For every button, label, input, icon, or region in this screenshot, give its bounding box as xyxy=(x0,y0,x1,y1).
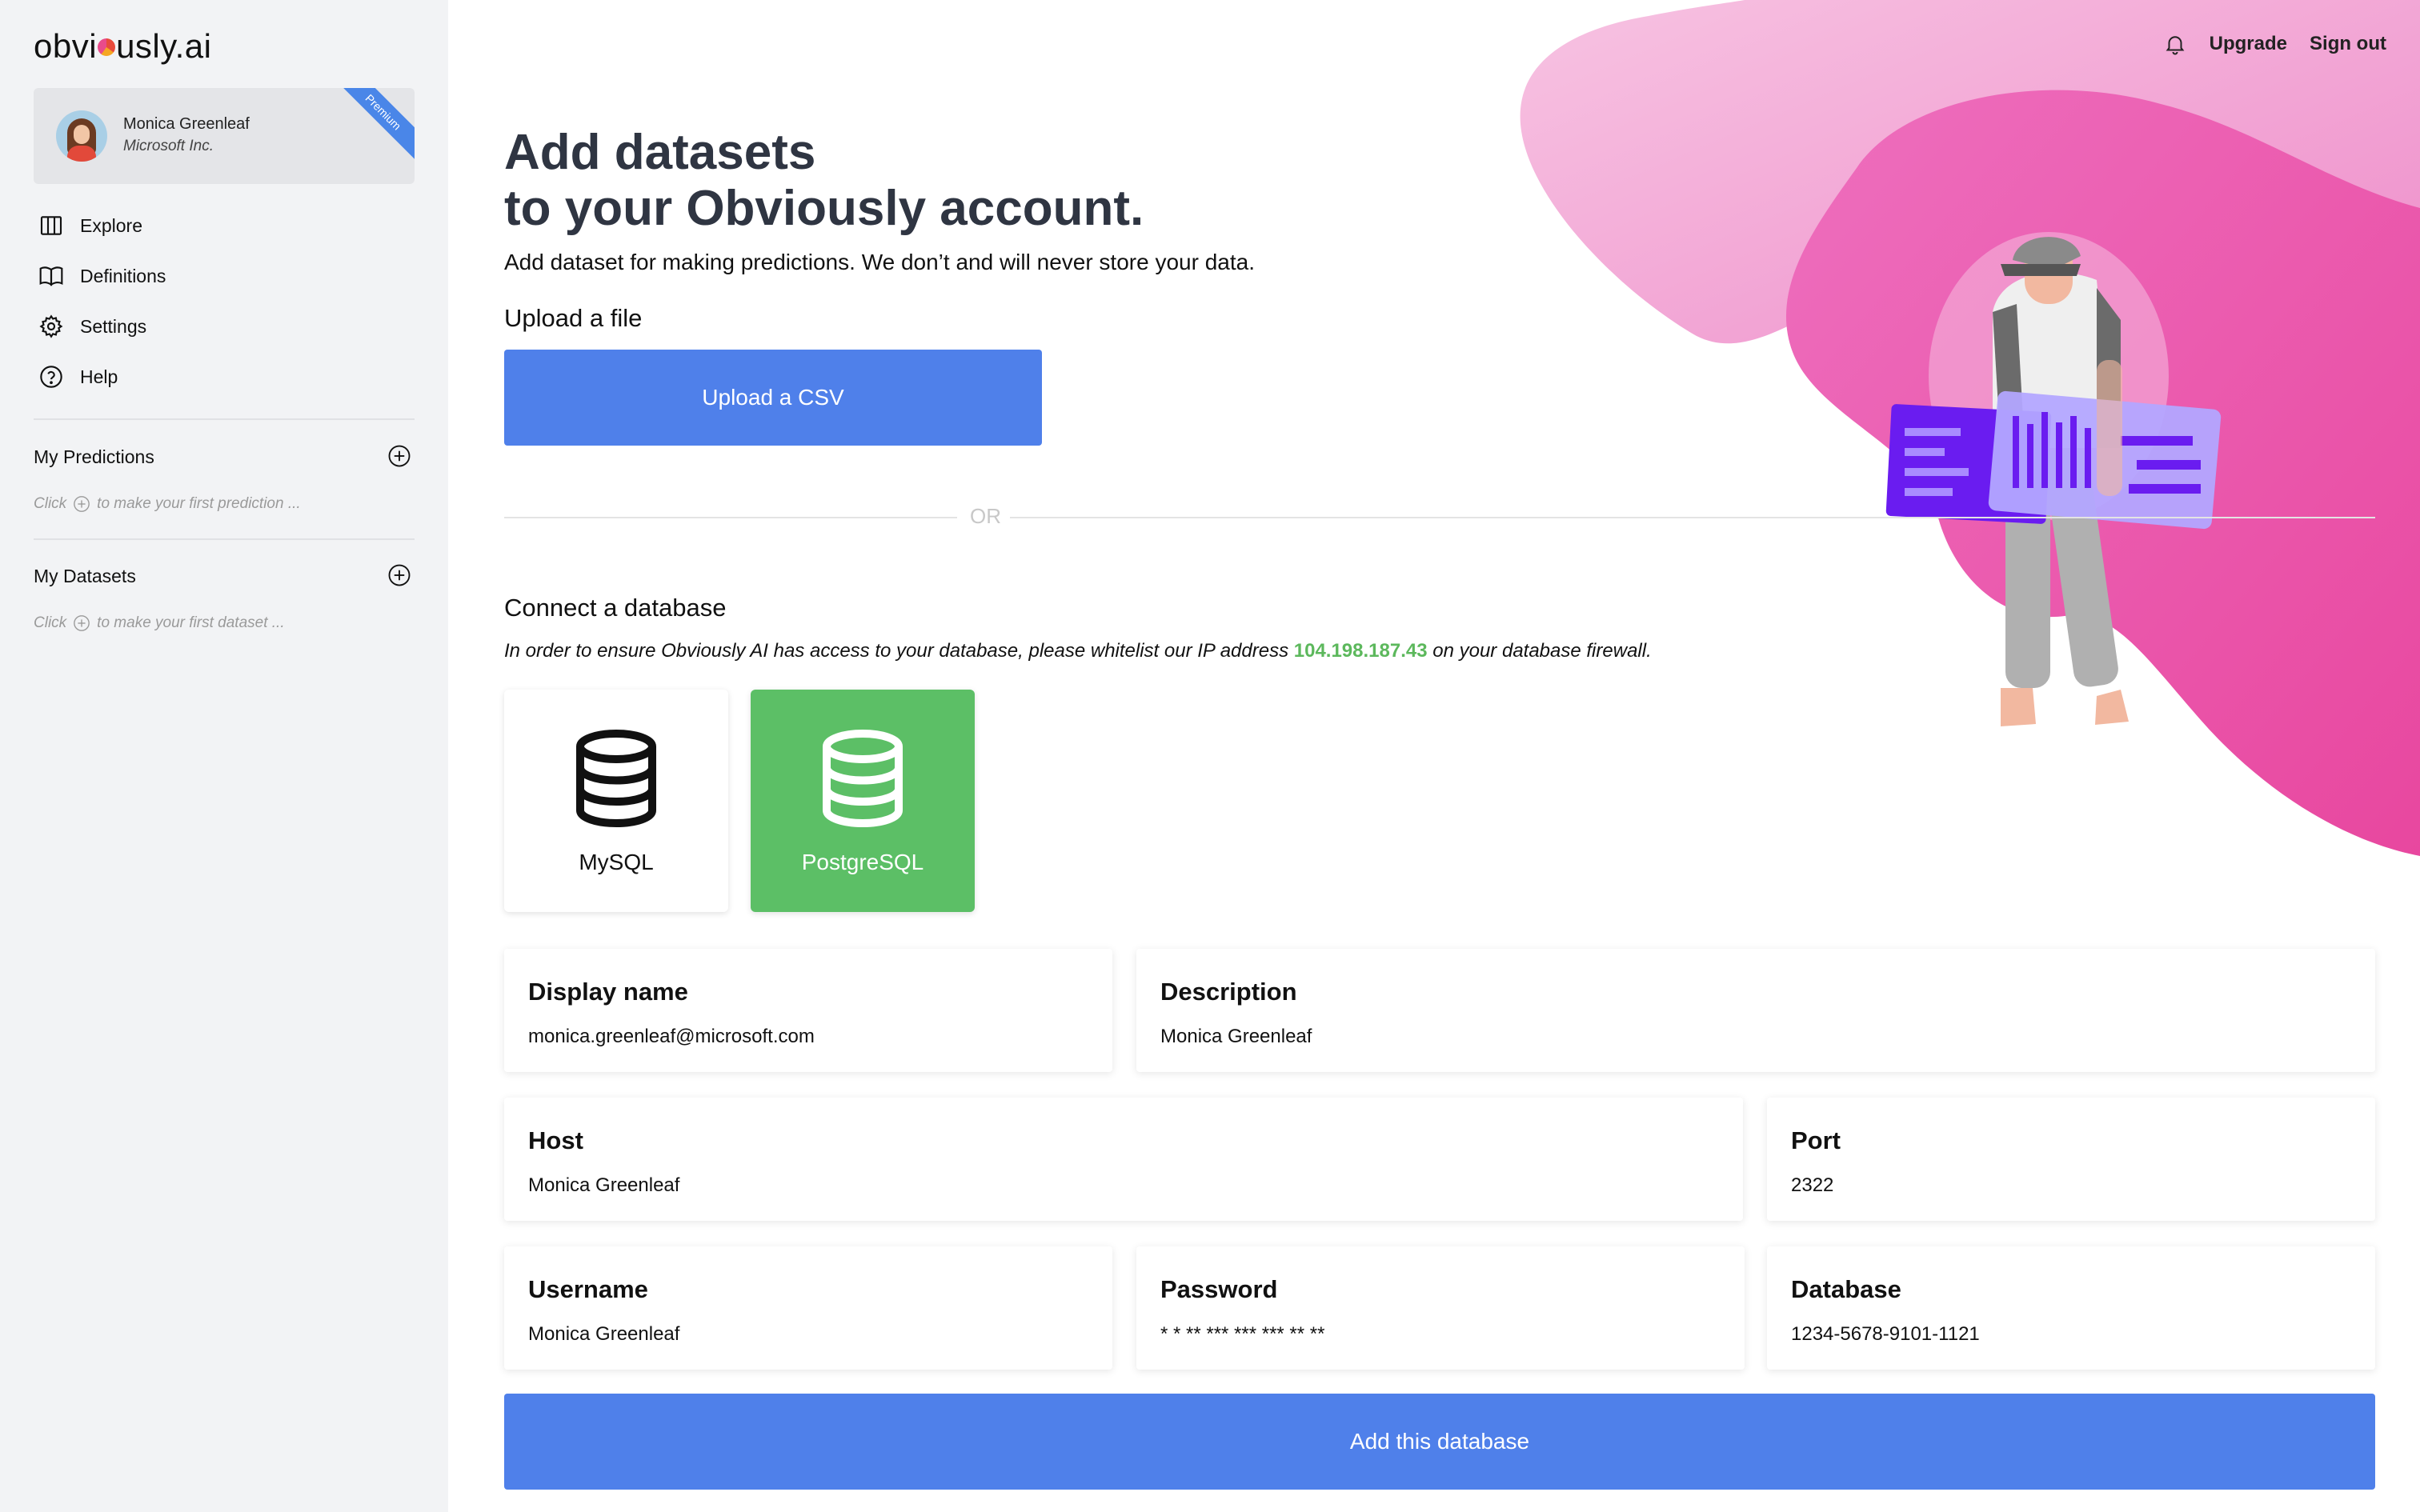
divider xyxy=(34,538,415,540)
datasets-hint: Click to make your first dataset ... xyxy=(34,614,285,631)
plus-circle-icon xyxy=(74,615,90,631)
field-label: Description xyxy=(1160,978,1297,1006)
book-icon xyxy=(39,266,63,286)
profile-company: Microsoft Inc. xyxy=(123,138,214,154)
field-label: Display name xyxy=(528,978,688,1006)
help-circle-icon xyxy=(40,366,62,388)
page-subtitle: Add dataset for making predictions. We d… xyxy=(504,250,1255,274)
plus-circle-icon xyxy=(74,496,90,512)
premium-badge: Premium xyxy=(333,88,415,162)
field-label: Port xyxy=(1791,1126,1841,1154)
sidebar-item-help[interactable]: Help xyxy=(38,361,118,393)
sidebar-item-label: Explore xyxy=(80,214,142,236)
mysql-label: MySQL xyxy=(579,850,654,874)
port-field[interactable]: Port 2322 xyxy=(1767,1098,2375,1221)
decorative-illustration xyxy=(1520,0,2420,857)
sidebar-item-explore[interactable]: Explore xyxy=(38,210,142,242)
bell-icon[interactable] xyxy=(2163,32,2187,56)
postgresql-option[interactable]: PostgreSQL xyxy=(751,690,975,912)
logo[interactable]: obvi usly.ai xyxy=(34,27,212,66)
sidebar-item-settings[interactable]: Settings xyxy=(38,310,146,342)
mysql-option[interactable]: MySQL xyxy=(504,690,728,912)
field-label: Database xyxy=(1791,1275,1901,1303)
topbar: Upgrade Sign out xyxy=(2163,32,2386,56)
predictions-hint: Click to make your first prediction ... xyxy=(34,495,301,512)
ip-note: In order to ensure Obviously AI has acce… xyxy=(504,640,1652,662)
sidebar-item-label: Help xyxy=(80,366,118,387)
field-label: Host xyxy=(528,1126,583,1154)
field-label: Username xyxy=(528,1275,648,1303)
upgrade-link[interactable]: Upgrade xyxy=(2210,33,2287,55)
password-input[interactable]: * * ** *** *** *** ** ** xyxy=(1160,1323,1647,1346)
username-input[interactable]: Monica Greenleaf xyxy=(528,1323,1015,1346)
username-field[interactable]: Username Monica Greenleaf xyxy=(504,1246,1112,1370)
signout-link[interactable]: Sign out xyxy=(2310,33,2386,55)
columns-icon xyxy=(40,216,62,235)
upload-label: Upload a file xyxy=(504,304,643,332)
database-field[interactable]: Database 1234-5678-9101-1121 xyxy=(1767,1246,2375,1370)
postgresql-label: PostgreSQL xyxy=(801,850,924,874)
or-text: OR xyxy=(970,504,1001,528)
avatar xyxy=(56,110,107,162)
display-name-field[interactable]: Display name monica.greenleaf@microsoft.… xyxy=(504,949,1112,1072)
connect-label: Connect a database xyxy=(504,594,727,622)
divider xyxy=(504,517,957,518)
sidebar-item-label: Definitions xyxy=(80,265,166,286)
divider xyxy=(1010,517,2375,518)
host-input[interactable]: Monica Greenleaf xyxy=(528,1174,1519,1197)
host-field[interactable]: Host Monica Greenleaf xyxy=(504,1098,1743,1221)
profile-card[interactable]: Monica Greenleaf Microsoft Inc. Premium xyxy=(34,88,415,184)
page-title: Add datasets to your Obviously account. xyxy=(504,125,1144,236)
sidebar-item-label: Settings xyxy=(80,315,147,337)
password-field[interactable]: Password * * ** *** *** *** ** ** xyxy=(1136,1246,1745,1370)
field-label: Password xyxy=(1160,1275,1278,1303)
my-predictions-title: My Predictions xyxy=(34,446,154,467)
display-name-input[interactable]: monica.greenleaf@microsoft.com xyxy=(528,1026,1015,1048)
gear-icon xyxy=(39,314,63,338)
database-input[interactable]: 1234-5678-9101-1121 xyxy=(1791,1323,2278,1346)
description-field[interactable]: Description Monica Greenleaf xyxy=(1136,949,2375,1072)
add-prediction-icon[interactable] xyxy=(387,444,411,468)
add-dataset-icon[interactable] xyxy=(387,563,411,587)
sidebar-item-definitions[interactable]: Definitions xyxy=(38,260,166,292)
upload-csv-button[interactable]: Upload a CSV xyxy=(504,350,1042,446)
profile-name: Monica Greenleaf xyxy=(123,115,250,133)
logo-dot-icon xyxy=(98,38,116,56)
description-input[interactable]: Monica Greenleaf xyxy=(1160,1026,2151,1048)
database-icon xyxy=(576,729,656,828)
ip-address: 104.198.187.43 xyxy=(1293,640,1428,662)
database-icon xyxy=(823,729,903,828)
my-datasets-title: My Datasets xyxy=(34,566,136,586)
add-database-button[interactable]: Add this database xyxy=(504,1394,2375,1490)
divider xyxy=(34,418,415,420)
port-input[interactable]: 2322 xyxy=(1791,1174,2278,1197)
sidebar: obvi usly.ai Monica Greenleaf Microsoft I… xyxy=(0,0,448,1512)
